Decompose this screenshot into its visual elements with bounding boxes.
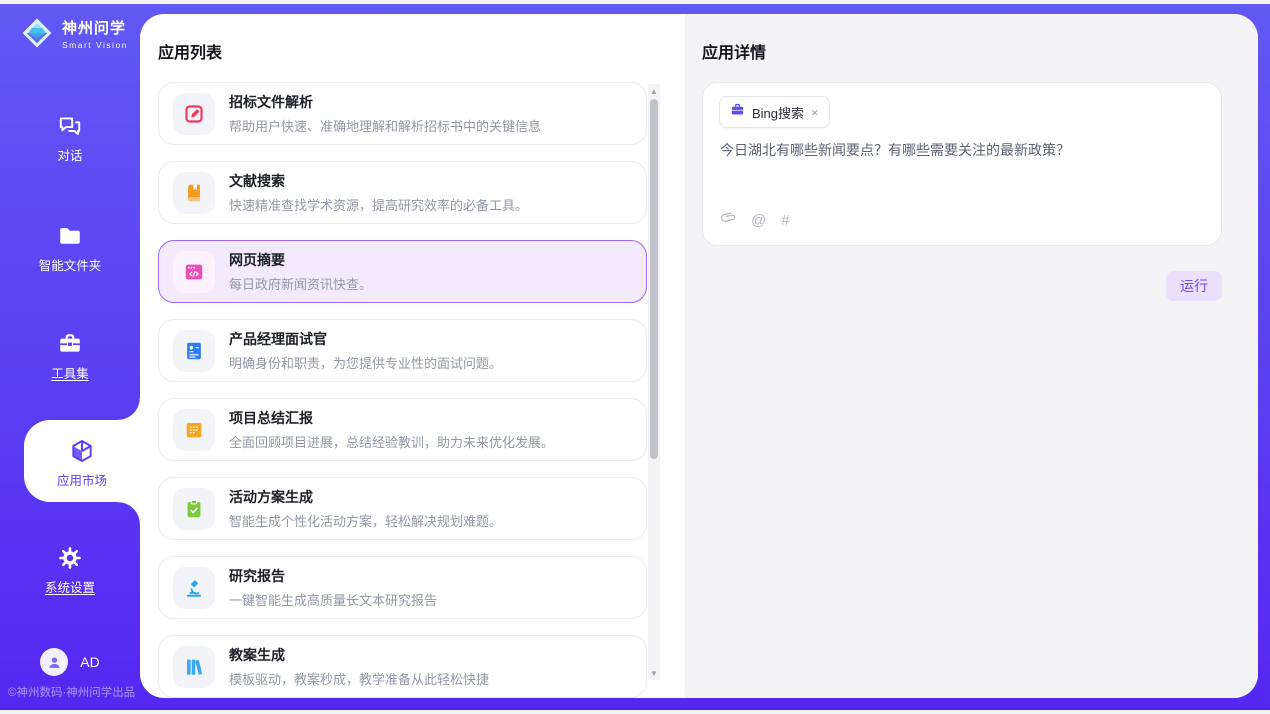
app-card-title: 网页摘要 [229, 250, 372, 270]
app-card-desc: 快速精准查找学术资源，提高研究效率的必备工具。 [229, 195, 528, 214]
app-card-title: 文献搜索 [229, 171, 528, 191]
microscope-icon [173, 567, 215, 609]
sidebar-item-2[interactable]: 智能文件夹 [0, 223, 140, 274]
tool-tag-bing[interactable]: Bing搜索 × [719, 96, 830, 128]
cube-icon [12, 438, 152, 464]
app-list: 招标文件解析帮助用户快速、准确地理解和解析招标书中的关键信息文献搜索快速精准查找… [158, 82, 647, 698]
browser-code-icon [173, 251, 215, 293]
scroll-down-button[interactable]: ▼ [648, 666, 660, 680]
mention-icon[interactable]: @ [751, 212, 766, 229]
tool-tag-label: Bing搜索 [752, 103, 804, 122]
chat-icon [0, 113, 140, 139]
user-initials: AD [80, 654, 99, 670]
app-card-5[interactable]: 项目总结汇报全面回顾项目进展，总结经验教训，助力未来优化发展。 [158, 398, 647, 461]
app-detail-title: 应用详情 [702, 39, 766, 63]
app-list-title: 应用列表 [158, 39, 222, 63]
run-button[interactable]: 运行 [1166, 271, 1222, 301]
app-card-title: 活动方案生成 [229, 487, 502, 507]
user-account[interactable]: AD [0, 648, 140, 676]
app-card-2[interactable]: 文献搜索快速精准查找学术资源，提高研究效率的必备工具。 [158, 161, 647, 224]
app-card-title: 项目总结汇报 [229, 408, 554, 428]
app-card-4[interactable]: 产品经理面试官明确身份和职责，为您提供专业性的面试问题。 [158, 319, 647, 382]
app-card-7[interactable]: 研究报告一键智能生成高质量长文本研究报告 [158, 556, 647, 619]
app-card-title: 研究报告 [229, 566, 437, 586]
books-icon [173, 646, 215, 688]
app-card-title: 教案生成 [229, 645, 489, 665]
avatar [40, 648, 68, 676]
app-detail-panel: 应用详情 Bing搜索 × 今日湖北有哪些新闻要点？有哪些需要关注的最新政策？ … [685, 14, 1258, 698]
brand-logo: 神州问学 Smart Vision [20, 16, 128, 50]
app-card-title: 产品经理面试官 [229, 329, 502, 349]
sidebar: 神州问学 Smart Vision 对话智能文件夹工具集应用市场系统设置 AD … [0, 4, 140, 710]
brand-subtitle: Smart Vision [62, 40, 128, 50]
app-root: 神州问学 Smart Vision 对话智能文件夹工具集应用市场系统设置 AD … [0, 4, 1270, 710]
scrollbar[interactable]: ▲ ▼ [648, 84, 660, 680]
app-list-panel: 应用列表 招标文件解析帮助用户快速、准确地理解和解析招标书中的关键信息文献搜索快… [140, 14, 685, 698]
briefcase-icon [730, 102, 745, 122]
copyright-text: ©神州数码·神州问学出品 [8, 684, 135, 700]
tag-close-icon[interactable]: × [811, 106, 819, 119]
input-toolbar: @# [720, 210, 790, 231]
gear-icon [0, 545, 140, 571]
app-card-title: 招标文件解析 [229, 92, 541, 112]
app-card-8[interactable]: 教案生成模板驱动，教案秒成，教学准备从此轻松快捷 [158, 635, 647, 698]
folder-icon [0, 223, 140, 249]
resume-icon [173, 330, 215, 372]
pen-square-icon [173, 93, 215, 135]
app-card-6[interactable]: 活动方案生成智能生成个性化活动方案，轻松解决规划难题。 [158, 477, 647, 540]
sidebar-item-label: 对话 [0, 145, 140, 164]
book-icon [173, 172, 215, 214]
sidebar-item-label: 系统设置 [0, 577, 140, 596]
app-card-desc: 模板驱动，教案秒成，教学准备从此轻松快捷 [229, 669, 489, 688]
sidebar-item-1[interactable]: 对话 [0, 113, 140, 164]
app-card-desc: 一键智能生成高质量长文本研究报告 [229, 590, 437, 609]
app-card-desc: 每日政府新闻资讯快查。 [229, 274, 372, 293]
hashtag-icon[interactable]: # [781, 212, 789, 229]
scroll-up-button[interactable]: ▲ [648, 84, 660, 98]
app-card-3[interactable]: 网页摘要每日政府新闻资讯快查。 [158, 240, 647, 303]
app-card-desc: 智能生成个性化活动方案，轻松解决规划难题。 [229, 511, 502, 530]
brand-diamond-icon [20, 16, 54, 50]
scrollbar-thumb[interactable] [650, 99, 658, 459]
attachment-icon[interactable] [720, 210, 736, 231]
sidebar-item-3[interactable]: 工具集 [0, 331, 140, 382]
app-card-desc: 帮助用户快速、准确地理解和解析招标书中的关键信息 [229, 116, 541, 135]
sidebar-item-label: 智能文件夹 [0, 255, 140, 274]
sidebar-item-label: 应用市场 [12, 470, 152, 489]
prompt-card: Bing搜索 × 今日湖北有哪些新闻要点？有哪些需要关注的最新政策？ @# [702, 82, 1222, 246]
sidebar-item-4[interactable]: 应用市场 [12, 438, 152, 489]
note-icon [173, 409, 215, 451]
query-input[interactable]: 今日湖北有哪些新闻要点？有哪些需要关注的最新政策？ [720, 140, 1201, 161]
brand-name: 神州问学 [62, 17, 128, 38]
sidebar-item-label: 工具集 [0, 363, 140, 382]
app-card-desc: 明确身份和职责，为您提供专业性的面试问题。 [229, 353, 502, 372]
clipboard-check-icon [173, 488, 215, 530]
content-area: 应用列表 招标文件解析帮助用户快速、准确地理解和解析招标书中的关键信息文献搜索快… [140, 14, 1258, 698]
person-icon [46, 654, 63, 671]
sidebar-item-5[interactable]: 系统设置 [0, 545, 140, 596]
app-card-1[interactable]: 招标文件解析帮助用户快速、准确地理解和解析招标书中的关键信息 [158, 82, 647, 145]
toolbox-icon [0, 331, 140, 357]
app-card-desc: 全面回顾项目进展，总结经验教训，助力未来优化发展。 [229, 432, 554, 451]
